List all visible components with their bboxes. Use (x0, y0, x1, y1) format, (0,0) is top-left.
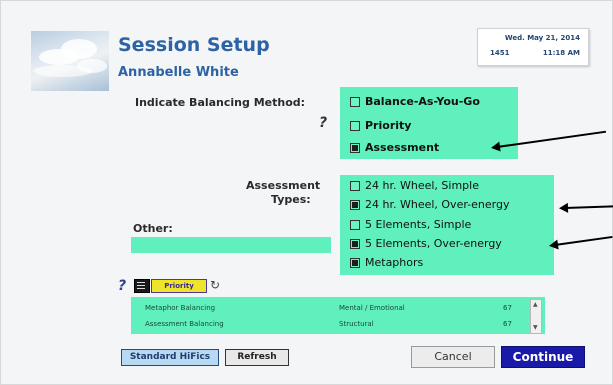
checkbox-checked[interactable] (350, 238, 360, 249)
date-text: Wed. May 21, 2014 (504, 34, 580, 42)
other-label: Other: (133, 222, 173, 235)
option-assessment[interactable]: Assessment (350, 141, 439, 154)
checkbox[interactable] (350, 180, 360, 191)
annotation-arrow-5-elements-over-energy (554, 235, 613, 246)
date-time-panel: Wed. May 21, 2014 1451 11:18 AM (477, 28, 589, 66)
option-label: Assessment (365, 141, 440, 154)
checkbox[interactable] (350, 96, 360, 107)
row-count: 67 (503, 304, 512, 312)
priority-chip[interactable]: Priority (151, 279, 207, 293)
option-label: 5 Elements, Over-energy (365, 237, 502, 250)
scroll-up-icon[interactable]: ▲ (533, 302, 538, 308)
row-name: Metaphor Balancing (145, 304, 216, 312)
option-24hr-wheel-over-energy[interactable]: 24 hr. Wheel, Over-energy (350, 198, 509, 211)
option-label: Priority (365, 119, 412, 132)
checkbox[interactable] (350, 120, 360, 131)
time-text: 11:18 AM (542, 49, 580, 57)
cancel-button[interactable]: Cancel (411, 346, 495, 368)
session-id: 1451 (490, 49, 510, 57)
balancing-list: Metaphor Balancing Mental / Emotional 67… (131, 297, 545, 334)
option-label: Balance-As-You-Go (365, 95, 480, 108)
priority-help-icon[interactable]: ? (118, 278, 126, 294)
continue-button[interactable]: Continue (501, 346, 585, 368)
option-balance-as-you-go[interactable]: Balance-As-You-Go (350, 95, 480, 108)
assessment-types-group: 24 hr. Wheel, Simple 24 hr. Wheel, Over-… (340, 175, 554, 275)
page-title: Session Setup (118, 34, 270, 56)
assessment-label-types: Types: (271, 193, 311, 206)
row-category: Structural (339, 320, 374, 328)
option-label: 24 hr. Wheel, Over-energy (365, 198, 510, 211)
refresh-small-icon[interactable]: ↻ (210, 279, 220, 291)
option-priority[interactable]: Priority (350, 119, 411, 132)
option-label: 5 Elements, Simple (365, 218, 472, 231)
checkbox-checked[interactable] (350, 257, 360, 268)
user-name: Annabelle White (118, 65, 239, 80)
standard-hifis-button[interactable]: Standard HiFics (121, 349, 219, 366)
row-name: Assessment Balancing (145, 320, 224, 328)
assessment-label: Assessment (246, 179, 321, 192)
annotation-arrow-24hr-over-energy (564, 205, 613, 209)
row-count: 67 (503, 320, 512, 328)
list-view-icon[interactable] (134, 279, 150, 293)
checkbox-checked[interactable] (350, 142, 360, 153)
sky-photo (31, 31, 109, 91)
table-row[interactable]: Assessment Balancing Structural 67 (131, 316, 525, 332)
scroll-down-icon[interactable]: ▼ (533, 325, 538, 331)
option-label: Metaphors (365, 256, 424, 269)
balancing-help-icon[interactable]: ? (319, 115, 327, 131)
row-category: Mental / Emotional (339, 304, 405, 312)
other-input[interactable] (131, 237, 331, 253)
option-metaphors[interactable]: Metaphors (350, 256, 423, 269)
balancing-method-label: Indicate Balancing Method: (135, 96, 306, 109)
checkbox[interactable] (350, 219, 360, 230)
option-24hr-wheel-simple[interactable]: 24 hr. Wheel, Simple (350, 179, 479, 192)
option-5-elements-over-energy[interactable]: 5 Elements, Over-energy (350, 237, 502, 250)
refresh-button[interactable]: Refresh (225, 349, 289, 366)
checkbox-checked[interactable] (350, 199, 360, 210)
list-scrollbar[interactable]: ▲ ▼ (530, 299, 542, 334)
session-setup-window: Session Setup Annabelle White Wed. May 2… (0, 0, 613, 385)
table-row[interactable]: Metaphor Balancing Mental / Emotional 67 (131, 300, 525, 316)
option-label: 24 hr. Wheel, Simple (365, 179, 479, 192)
option-5-elements-simple[interactable]: 5 Elements, Simple (350, 218, 471, 231)
